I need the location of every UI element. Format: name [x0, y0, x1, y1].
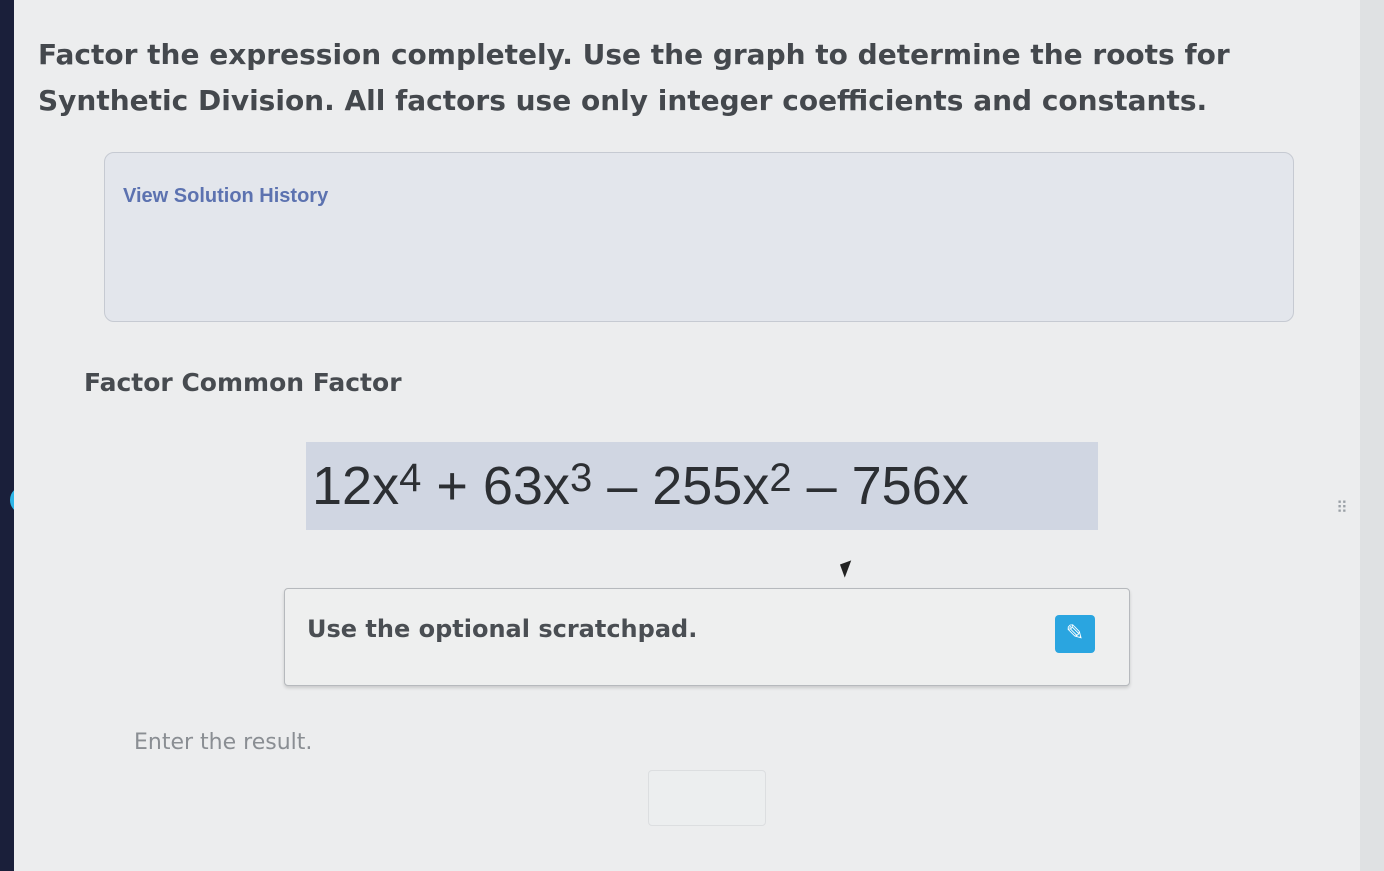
main-content: Factor the expression completely. Use th… — [14, 0, 1370, 871]
view-solution-history-link[interactable]: View Solution History — [123, 185, 328, 208]
drag-handle-icon[interactable]: ⠿ — [1336, 498, 1348, 517]
term-3: – 255x — [592, 456, 770, 516]
scratchpad-panel[interactable]: Use the optional scratchpad. ✎ — [284, 588, 1130, 686]
term-2: + 63x — [421, 456, 570, 516]
enter-result-label: Enter the result. — [134, 730, 313, 755]
term-1-exponent: 4 — [399, 456, 422, 500]
problem-instructions: Factor the expression completely. Use th… — [38, 38, 1230, 117]
polynomial-expression: 12x4 + 63x3 – 255x2 – 756x — [306, 442, 1098, 530]
solution-history-panel: View Solution History — [104, 152, 1294, 322]
right-gutter — [1360, 0, 1384, 871]
pencil-icon[interactable]: ✎ — [1055, 615, 1095, 653]
term-2-exponent: 3 — [569, 456, 593, 500]
result-input[interactable] — [648, 770, 766, 826]
mouse-cursor-icon — [839, 560, 857, 578]
term-3-exponent: 2 — [769, 456, 792, 500]
term-1: 12x — [312, 456, 400, 516]
scratchpad-label: Use the optional scratchpad. — [307, 615, 698, 643]
screen-edge — [0, 0, 14, 871]
step-title: Factor Common Factor — [84, 368, 402, 397]
term-4: – 756x — [791, 456, 969, 516]
